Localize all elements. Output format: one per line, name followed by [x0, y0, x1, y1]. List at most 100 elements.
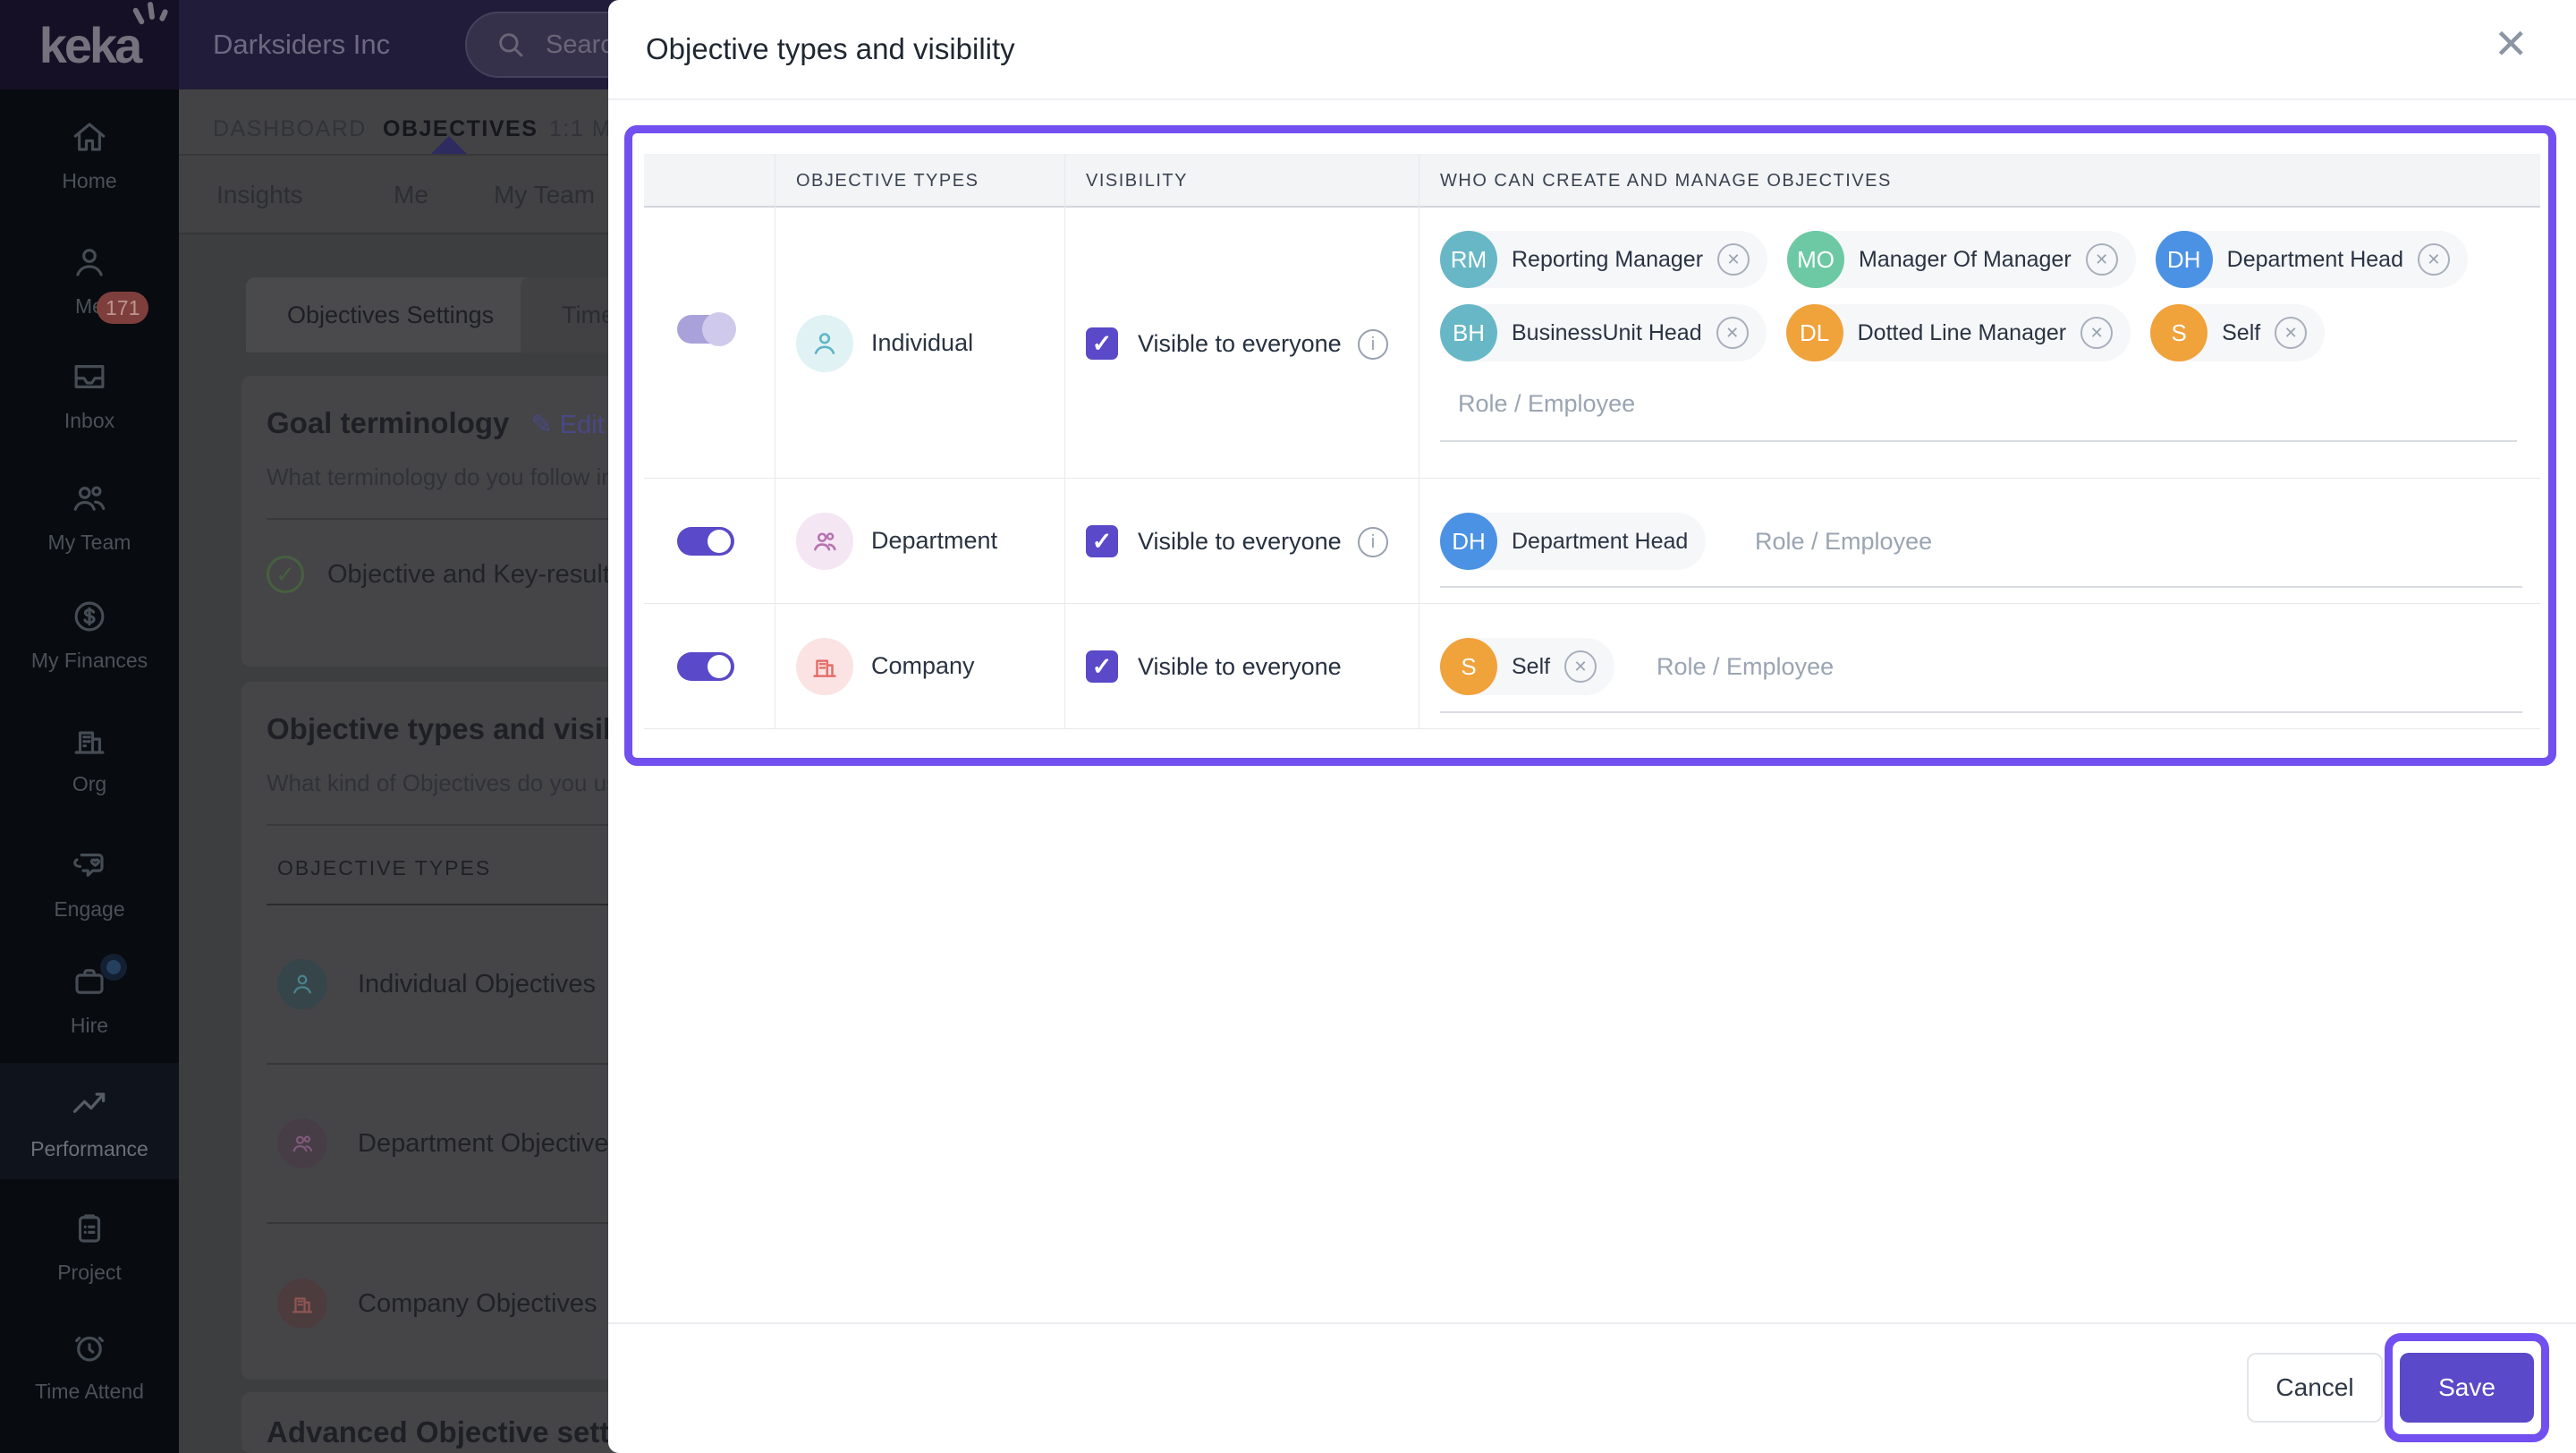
remove-chip-icon[interactable]: ✕	[2085, 243, 2118, 276]
building-icon	[74, 731, 105, 754]
checkbox-label: Visible to everyone	[1138, 653, 1342, 680]
remove-chip-icon[interactable]: ✕	[2275, 317, 2308, 349]
info-icon[interactable]: i	[1358, 329, 1388, 360]
sidebar-item-project[interactable]: Project	[0, 1210, 179, 1285]
avatar: DH	[2155, 231, 2213, 288]
subtab-me[interactable]: Me	[394, 181, 428, 209]
sidebar-item-my-team[interactable]: My Team	[0, 480, 179, 555]
row-divider	[644, 728, 2540, 729]
briefcase-icon	[75, 969, 104, 994]
chip-dotted-line-manager: DL Dotted Line Manager ✕	[1785, 304, 2131, 361]
inbox-count-badge: 171	[97, 292, 149, 324]
remove-chip-icon[interactable]: ✕	[2080, 317, 2114, 349]
column-header-who-can: WHO CAN CREATE AND MANAGE OBJECTIVES	[1440, 170, 1892, 191]
alarm-clock-icon	[75, 1336, 104, 1362]
input-underline	[1440, 586, 2522, 588]
subtab-insights[interactable]: Insights	[216, 181, 303, 209]
sidebar: Home Me 171 Inbox My Team My Finances Or…	[0, 89, 179, 1453]
search-icon	[499, 33, 523, 57]
inbox-icon	[74, 365, 105, 388]
toggle-company[interactable]	[677, 652, 734, 681]
chip-row: RM Reporting Manager ✕ MO Manager Of Man…	[1440, 231, 2468, 288]
role-employee-input[interactable]: Role / Employee	[1755, 528, 1932, 556]
avatar: S	[2150, 304, 2208, 361]
modal-footer-divider	[608, 1322, 2576, 1324]
avatar: BH	[1440, 304, 1497, 361]
remove-chip-icon[interactable]: ✕	[2417, 243, 2450, 276]
avatar: S	[1440, 638, 1497, 695]
chip-row: DH Department Head	[1440, 513, 1707, 570]
checkbox-label: Visible to everyone	[1138, 528, 1342, 555]
avatar: RM	[1440, 231, 1497, 288]
building-icon	[796, 638, 853, 695]
checkbox-label: Visible to everyone	[1138, 330, 1342, 357]
people-icon	[277, 1118, 327, 1168]
role-employee-input[interactable]: Role / Employee	[1458, 390, 1635, 418]
input-underline	[1440, 711, 2522, 713]
info-icon[interactable]: i	[1358, 527, 1388, 557]
avatar: DL	[1785, 304, 1843, 361]
sidebar-item-time-attend[interactable]: Time Attend	[0, 1329, 179, 1404]
cancel-button[interactable]: Cancel	[2247, 1353, 2383, 1423]
sidebar-item-engage[interactable]: Engage	[0, 846, 179, 922]
type-label-company: Company	[871, 652, 975, 679]
sidebar-item-home[interactable]: Home	[0, 118, 179, 193]
tab-objectives-settings[interactable]: Objectives Settings	[246, 277, 536, 353]
home-icon	[73, 123, 106, 151]
chip-department-head: DH Department Head	[1440, 513, 1707, 570]
chat-heart-icon	[73, 854, 104, 877]
avatar: MO	[1787, 231, 1845, 288]
save-button[interactable]: Save	[2400, 1353, 2534, 1423]
close-icon[interactable]: ✕	[2494, 20, 2529, 68]
sidebar-item-my-finances[interactable]: My Finances	[0, 598, 179, 673]
remove-chip-icon[interactable]: ✕	[1716, 317, 1749, 349]
checkbox-visible-department[interactable]: ✓	[1086, 525, 1118, 557]
chip-manager-of-manager: MO Manager Of Manager ✕	[1787, 231, 2136, 288]
person-icon	[76, 249, 103, 276]
row-divider	[644, 603, 2540, 604]
toggle-department[interactable]	[677, 527, 734, 556]
remove-chip-icon[interactable]: ✕	[1564, 650, 1597, 683]
active-tab-caret	[429, 136, 469, 156]
chip-department-head: DH Department Head ✕	[2155, 231, 2468, 288]
sidebar-item-performance[interactable]: Performance	[0, 1084, 179, 1161]
chip-row: BH BusinessUnit Head ✕ DL Dotted Line Ma…	[1440, 304, 2326, 361]
person-icon	[796, 315, 853, 372]
chip-reporting-manager: RM Reporting Manager ✕	[1440, 231, 1768, 288]
avatar: DH	[1440, 513, 1497, 570]
company-name: Darksiders Inc	[213, 29, 391, 60]
toggle-individual[interactable]	[677, 312, 736, 346]
remove-chip-icon[interactable]: ✕	[1717, 243, 1750, 276]
type-label-department: Department	[871, 527, 998, 554]
keka-logo: keka	[39, 1, 169, 74]
trend-up-icon	[72, 1092, 106, 1113]
people-icon	[73, 486, 106, 511]
check-circle-icon: ✓	[267, 556, 304, 593]
role-employee-input[interactable]: Role / Employee	[1657, 653, 1834, 681]
row-divider	[644, 478, 2540, 479]
chip-self: S Self ✕	[2150, 304, 2326, 361]
modal-header-divider	[608, 98, 2576, 100]
building-icon	[277, 1279, 327, 1329]
column-divider	[1064, 154, 1065, 729]
chip-self: S Self ✕	[1440, 638, 1615, 695]
checkbox-visible-company[interactable]: ✓	[1086, 650, 1118, 683]
dollar-circle-icon	[74, 601, 105, 632]
objective-visibility-modal: Objective types and visibility ✕ OBJECTI…	[608, 0, 2576, 1453]
sidebar-item-org[interactable]: Org	[0, 721, 179, 796]
person-icon	[277, 959, 327, 1009]
tab-dashboard[interactable]: DASHBOARD	[213, 116, 367, 142]
sidebar-item-inbox[interactable]: Inbox	[0, 358, 179, 433]
people-icon	[796, 513, 853, 570]
sidebar-item-me[interactable]: Me	[0, 243, 179, 319]
sidebar-item-hire[interactable]: Hire	[0, 963, 179, 1038]
type-label-individual: Individual	[871, 329, 974, 356]
chip-row: S Self ✕	[1440, 638, 1615, 695]
edit-link[interactable]: ✎ Edit	[530, 411, 604, 439]
subtab-my-team[interactable]: My Team	[494, 181, 595, 209]
chip-businessunit-head: BH BusinessUnit Head ✕	[1440, 304, 1767, 361]
checkbox-visible-individual[interactable]: ✓	[1086, 327, 1118, 360]
clipboard-icon	[78, 1214, 101, 1243]
logo-spark-icon	[131, 1, 170, 32]
modal-title: Objective types and visibility	[646, 32, 1015, 65]
